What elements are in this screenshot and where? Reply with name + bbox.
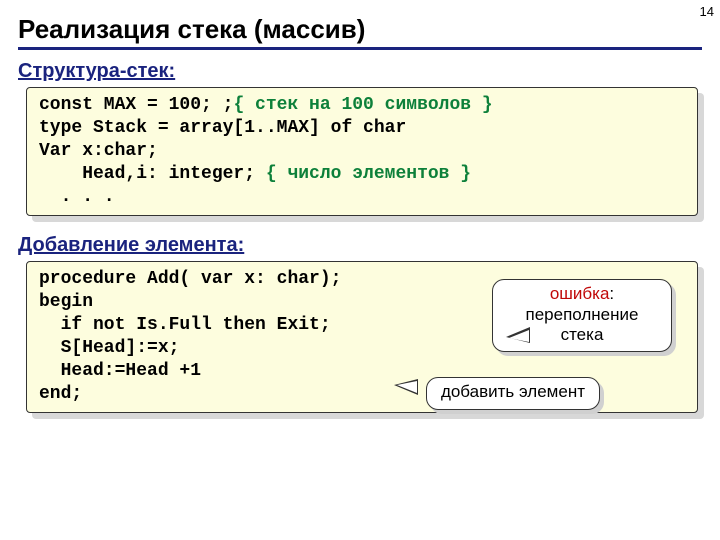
code-line: Var x:char; — [39, 141, 158, 161]
code-block-1: const MAX = 100; ;{ стек на 100 символов… — [26, 87, 698, 216]
code-block-2: procedure Add( var x: char); begin if no… — [26, 261, 698, 413]
code-line: if not Is.Full then Exit; — [39, 315, 331, 335]
callout-tail-icon — [394, 379, 418, 395]
code-line: Head,i: integer; — [39, 164, 266, 184]
code-line: Head:=Head +1 — [39, 361, 201, 381]
callout-error-word: ошибка — [550, 284, 610, 303]
code-content-1: const MAX = 100; ;{ стек на 100 символов… — [26, 87, 698, 216]
callout-tail-icon — [506, 327, 530, 343]
page-number: 14 — [700, 4, 714, 19]
code-line: type Stack = array[1..MAX] of char — [39, 118, 406, 138]
code-line: procedure Add( var x: char); — [39, 269, 341, 289]
code-line: begin — [39, 292, 93, 312]
code-comment: { число элементов } — [266, 164, 471, 184]
callout-add: добавить элемент — [426, 377, 600, 409]
code-line: S[Head]:=x; — [39, 338, 179, 358]
code-line: end; — [39, 384, 82, 404]
section-heading-2: Добавление элемента: — [18, 234, 702, 257]
code-line: const MAX = 100; ; — [39, 95, 233, 115]
section-heading-1: Структура-стек: — [18, 60, 702, 83]
slide-title: Реализация стека (массив) — [18, 14, 702, 50]
code-line: . . . — [39, 187, 115, 207]
slide: Реализация стека (массив) Структура-стек… — [0, 0, 720, 413]
code-comment: { стек на 100 символов } — [233, 95, 492, 115]
